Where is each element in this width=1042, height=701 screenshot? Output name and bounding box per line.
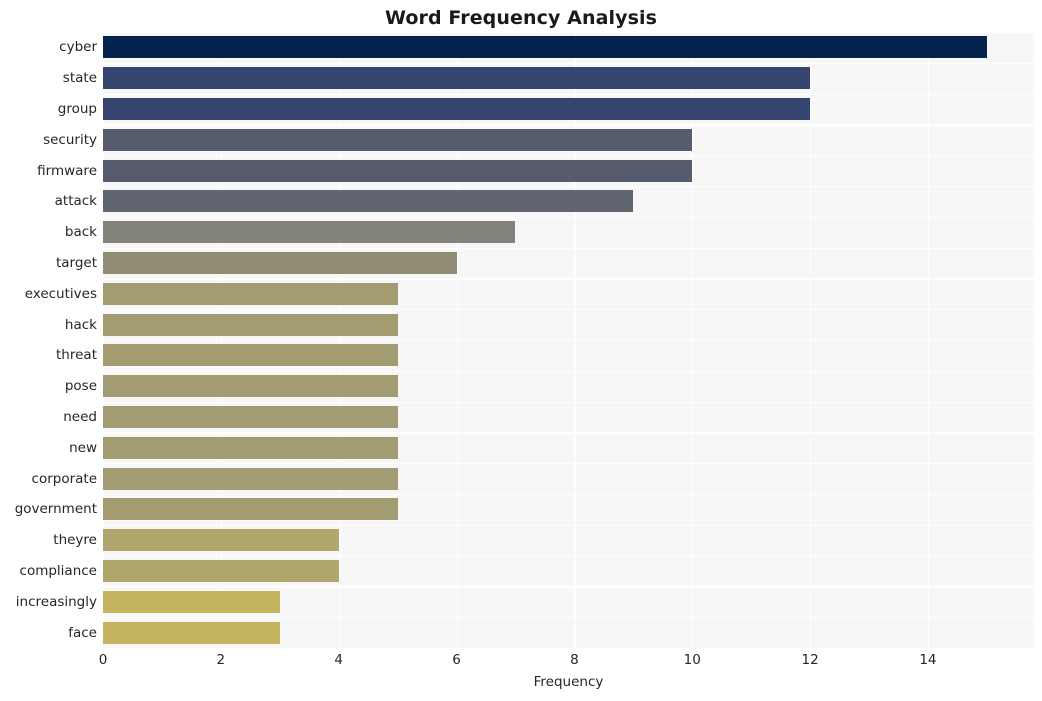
bar: [103, 282, 398, 305]
y-tick-label-attack: attack: [54, 193, 97, 210]
bar: [103, 406, 398, 428]
bar: [103, 128, 693, 151]
x-axis-title: Frequency: [533, 674, 604, 690]
y-tick-label-executives: executives: [24, 285, 97, 302]
bar: [103, 560, 339, 582]
x-tick-label-0: 0: [98, 652, 108, 668]
bar: [103, 252, 457, 274]
y-tick-label-theyre: theyre: [53, 532, 97, 549]
y-tick-label-state: state: [62, 70, 97, 87]
x-axis-tick-labels: 0 2 4 6 8 10 12 14: [0, 652, 1042, 672]
y-gridline: [103, 62, 1034, 64]
y-tick-label-security: security: [43, 131, 97, 148]
x-tick-label-2: 2: [216, 652, 226, 668]
x-tick-label-12: 12: [801, 652, 819, 668]
bar: [103, 344, 398, 367]
x-tick-label-6: 6: [452, 652, 461, 668]
x-tick-label-14: 14: [919, 652, 937, 668]
y-tick-label-compliance: compliance: [19, 563, 97, 579]
y-gridline: [103, 278, 1034, 280]
x-tick-label-10: 10: [683, 652, 701, 668]
y-tick-label-corporate: corporate: [31, 470, 97, 487]
y-gridline: [103, 432, 1034, 434]
bar: [103, 36, 987, 59]
y-gridline: [103, 401, 1034, 403]
y-tick-label-group: group: [57, 101, 97, 117]
y-tick-label-government: government: [14, 501, 97, 518]
bar: [103, 621, 280, 644]
y-tick-label-hack: hack: [64, 316, 97, 333]
y-gridline: [103, 340, 1034, 342]
y-gridline: [103, 617, 1034, 619]
y-tick-label-cyber: cyber: [59, 39, 97, 56]
bar: [103, 221, 516, 244]
y-tick-label-increasingly: increasingly: [15, 593, 97, 610]
bar: [103, 190, 634, 213]
bar: [103, 590, 280, 613]
bar: [103, 67, 811, 90]
bar: [103, 98, 811, 120]
bar: [103, 159, 693, 182]
y-gridline: [103, 555, 1034, 557]
y-gridline: [103, 186, 1034, 188]
y-tick-label-target: target: [55, 255, 97, 271]
word-frequency-bar-chart: Word Frequency Analysis cyber state group s…: [0, 0, 1042, 701]
y-tick-label-pose: pose: [64, 378, 97, 395]
bar: [103, 498, 398, 521]
y-gridline: [103, 216, 1034, 218]
y-gridline: [103, 586, 1034, 588]
y-tick-label-face: face: [68, 624, 97, 641]
bar: [103, 467, 398, 490]
y-gridline: [103, 32, 1034, 34]
chart-title: Word Frequency Analysis: [384, 7, 658, 29]
plot-area: [103, 32, 1034, 648]
y-gridline: [103, 155, 1034, 157]
y-gridline: [103, 494, 1034, 496]
y-axis-tick-labels: cyber state group security firmware attack bac…: [0, 32, 97, 648]
y-gridline: [103, 309, 1034, 311]
y-tick-label-firmware: firmware: [37, 162, 97, 179]
bar: [103, 313, 398, 336]
y-tick-label-new: new: [69, 439, 97, 456]
y-gridline: [103, 247, 1034, 249]
y-tick-label-back: back: [64, 224, 97, 241]
y-gridline: [103, 124, 1034, 126]
y-tick-label-threat: threat: [56, 347, 97, 364]
bar: [103, 375, 398, 398]
x-tick-label-4: 4: [334, 652, 343, 668]
y-gridline: [103, 524, 1034, 526]
y-gridline: [103, 463, 1034, 465]
y-tick-label-need: need: [63, 409, 97, 425]
x-tick-label-8: 8: [570, 652, 579, 668]
y-gridline: [103, 93, 1034, 95]
y-gridline: [103, 370, 1034, 372]
bar: [103, 436, 398, 459]
bar: [103, 529, 339, 552]
